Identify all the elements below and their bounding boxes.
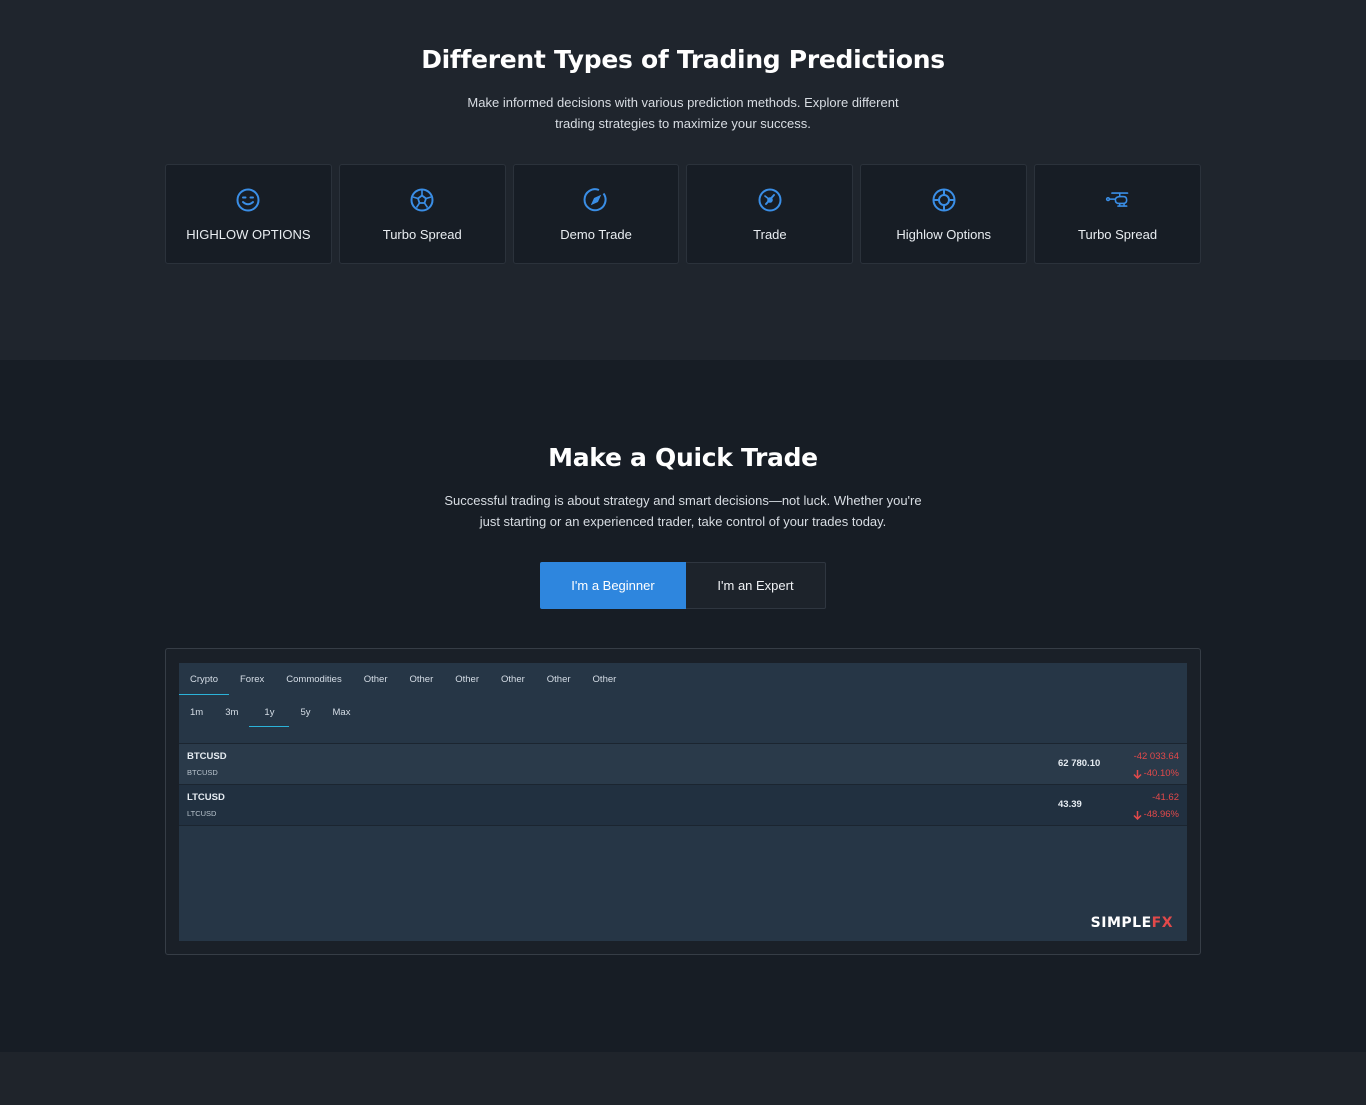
simplefx-logo[interactable]: SIMPLEFX [1091,915,1173,931]
tab-crypto[interactable]: Crypto [179,663,229,695]
card-demo-trade[interactable]: Demo Trade [512,164,680,264]
table-row[interactable]: LTCUSD LTCUSD 43.39 -41.62 -48.96% [179,785,1187,826]
tab-other-2[interactable]: Other [398,663,444,695]
card-label: Highlow Options [896,227,992,242]
card-label: Turbo Spread [382,227,462,242]
logo-main: SIMPLE [1090,915,1152,931]
expert-button[interactable]: I'm an Expert [686,562,826,609]
row-price: 43.39 [1058,799,1082,810]
row-percent-value: -48.96% [1143,809,1179,820]
life-ring-icon [931,187,957,213]
card-label: Trade [753,227,787,242]
row-symbol: LTCUSD [187,792,225,803]
card-label: HIGHLOW OPTIONS [186,227,311,242]
row-change: -41.62 [1152,792,1179,803]
quick-trade-title: Make a Quick Trade [548,443,818,472]
tab-commodities[interactable]: Commodities [275,663,352,695]
row-change: -42 033.64 [1133,751,1179,762]
tab-other-4[interactable]: Other [490,663,536,695]
beginner-button[interactable]: I'm a Beginner [540,562,686,609]
quotes-table: BTCUSD BTCUSD 62 780.10 -42 033.64 -40.1… [179,743,1187,826]
row-price: 62 780.10 [1058,758,1101,769]
arrow-down-icon [1133,810,1142,820]
tab-other-3[interactable]: Other [444,663,490,695]
tab-other-5[interactable]: Other [536,663,582,695]
row-percent: -48.96% [1133,809,1179,820]
range-1m[interactable]: 1m [179,699,214,727]
range-3m[interactable]: 3m [214,699,249,727]
range-1y[interactable]: 1y [249,699,290,727]
helicopter-icon [1105,187,1131,213]
table-row[interactable]: BTCUSD BTCUSD 62 780.10 -42 033.64 -40.1… [179,744,1187,785]
gauge-icon [757,187,783,213]
arrow-down-icon [1133,769,1142,779]
tab-other-6[interactable]: Other [582,663,628,695]
range-selector: 1m 3m 1y 5y Max [179,699,361,727]
range-max[interactable]: Max [322,699,362,727]
quick-trade-subtitle-2: just starting or an experienced trader, … [479,514,887,529]
range-5y[interactable]: 5y [289,699,321,727]
footer-strip [0,1052,1366,1105]
row-percent: -40.10% [1133,768,1179,779]
experience-toggle: I'm a Beginner I'm an Expert [540,562,826,609]
card-label: Turbo Spread [1078,227,1158,242]
row-subtitle: LTCUSD [187,809,217,818]
prediction-cards: HIGHLOW OPTIONS Turbo Spread Demo Trade [165,164,1201,264]
market-widget: Crypto Forex Commodities Other Other Oth… [179,663,1187,941]
row-percent-value: -40.10% [1143,768,1179,779]
card-turbo-spread[interactable]: Turbo Spread [338,164,506,264]
quick-trade-subtitle-1: Successful trading is about strategy and… [444,493,922,508]
card-highlow-options[interactable]: HIGHLOW OPTIONS [165,164,332,264]
tab-forex[interactable]: Forex [229,663,275,695]
smile-icon [235,187,261,213]
row-symbol: BTCUSD [187,751,227,762]
compass-icon [583,187,609,213]
predictions-subtitle-2: trading strategies to maximize your succ… [555,116,811,131]
card-trade[interactable]: Trade [686,164,854,264]
predictions-title: Different Types of Trading Predictions [421,45,945,74]
logo-accent: FX [1151,915,1173,931]
market-tabs: Crypto Forex Commodities Other Other Oth… [179,663,627,695]
row-subtitle: BTCUSD [187,768,218,777]
card-highlow-options-2[interactable]: Highlow Options [860,164,1028,264]
market-widget-frame: Crypto Forex Commodities Other Other Oth… [165,648,1201,955]
tab-other-1[interactable]: Other [353,663,399,695]
card-turbo-spread-2[interactable]: Turbo Spread [1034,164,1201,264]
card-label: Demo Trade [560,227,632,242]
soccer-ball-icon [409,187,435,213]
predictions-subtitle-1: Make informed decisions with various pre… [467,95,899,110]
